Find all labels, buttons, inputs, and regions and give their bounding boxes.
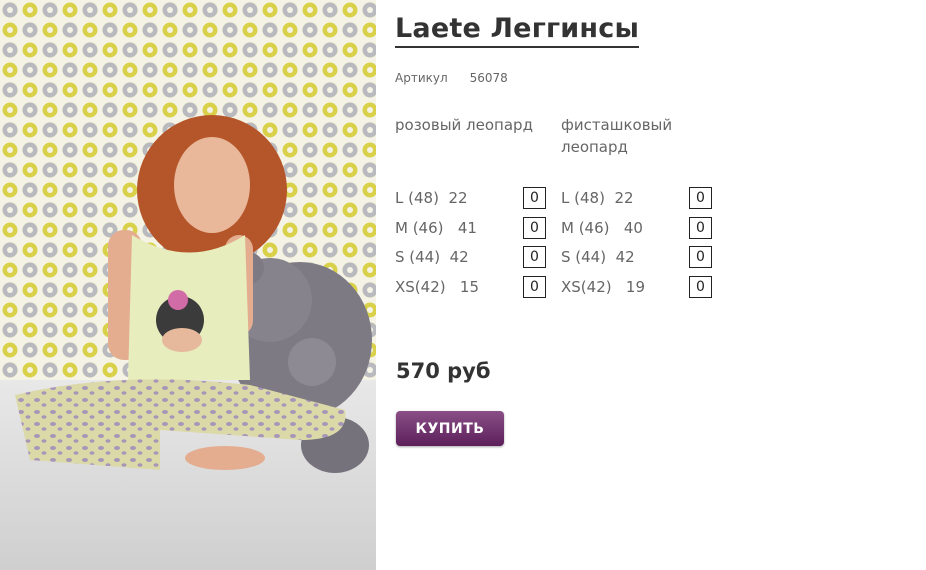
size-label: M (46) [561, 219, 610, 237]
size-row-pink-s: S (44) 42 [395, 246, 469, 268]
size-label: S (44) [561, 248, 607, 266]
size-row-pink-m: M (46) 41 [395, 217, 477, 239]
size-label: S (44) [395, 248, 441, 266]
qty-input-pistachio-s[interactable] [689, 246, 712, 268]
stock-count: 19 [625, 278, 645, 296]
stock-count: 41 [457, 219, 477, 237]
article-label: Артикул [395, 71, 448, 85]
stock-count: 22 [448, 189, 468, 207]
color-name-pink-leopard: розовый леопард [395, 116, 533, 134]
size-row-pistachio-m: M (46) 40 [561, 217, 643, 239]
stock-count: 15 [459, 278, 479, 296]
size-row-pistachio-l: L (48) 22 [561, 187, 634, 209]
product-photo-art [0, 0, 376, 570]
size-row-pink-l: L (48) 22 [395, 187, 468, 209]
qty-input-pistachio-l[interactable] [689, 187, 712, 209]
stock-count: 22 [614, 189, 634, 207]
qty-input-pink-l[interactable] [523, 187, 546, 209]
qty-input-pistachio-m[interactable] [689, 217, 712, 239]
size-label: M (46) [395, 219, 444, 237]
article-info: Артикул 56078 [395, 71, 508, 85]
article-code: 56078 [469, 71, 508, 85]
stock-count: 40 [623, 219, 643, 237]
stock-count: 42 [449, 248, 469, 266]
size-label: L (48) [395, 189, 439, 207]
size-row-pistachio-xs: XS(42) 19 [561, 276, 645, 298]
color-name-pistachio-leopard: фисташковый леопард [561, 116, 673, 156]
size-label: XS(42) [561, 278, 612, 296]
qty-input-pistachio-xs[interactable] [689, 276, 712, 298]
product-photo [0, 0, 376, 570]
stock-count: 42 [615, 248, 635, 266]
size-row-pistachio-s: S (44) 42 [561, 246, 635, 268]
buy-button[interactable]: КУПИТЬ [396, 411, 504, 446]
product-title: Laete Леггинсы [395, 12, 640, 48]
size-label: XS(42) [395, 278, 446, 296]
size-row-pink-xs: XS(42) 15 [395, 276, 479, 298]
product-price: 570 руб [396, 359, 491, 383]
size-label: L (48) [561, 189, 605, 207]
qty-input-pink-m[interactable] [523, 217, 546, 239]
qty-input-pink-s[interactable] [523, 246, 546, 268]
qty-input-pink-xs[interactable] [523, 276, 546, 298]
